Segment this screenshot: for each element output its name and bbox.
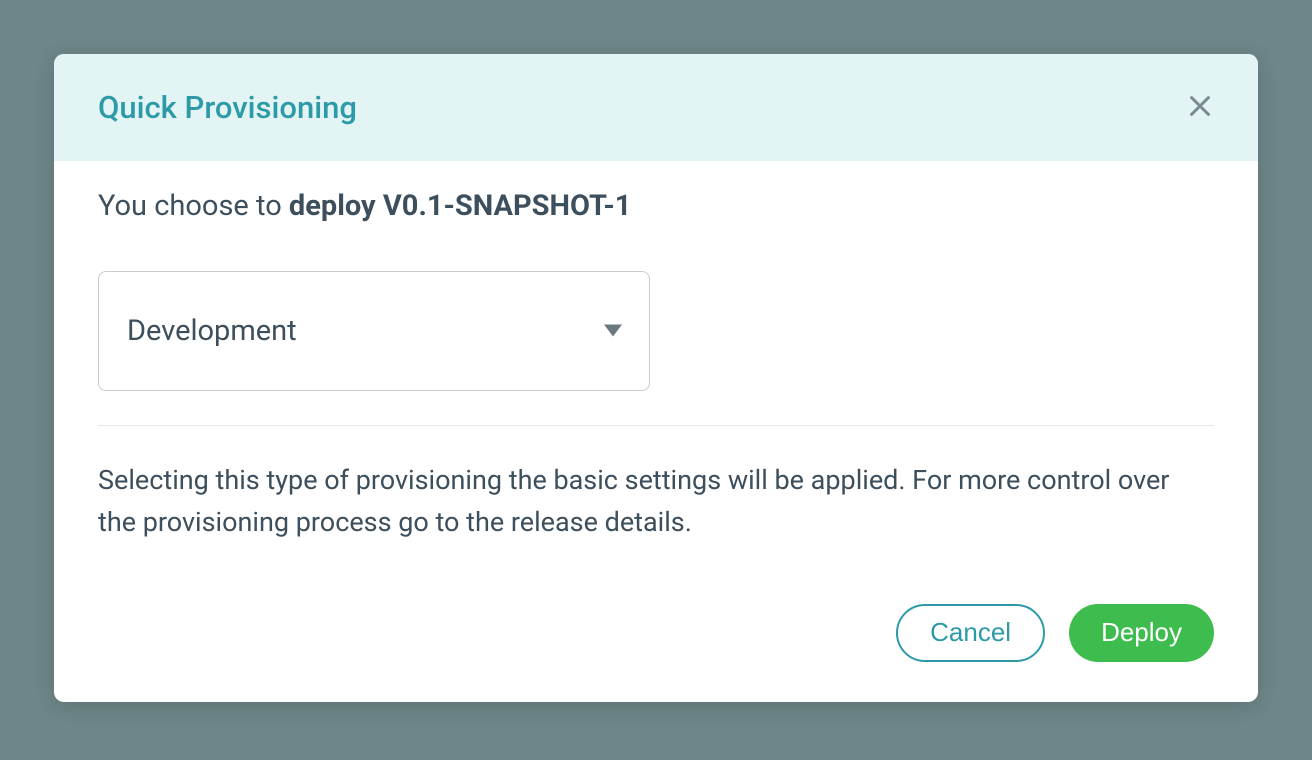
- modal-subtitle: You choose to deploy V0.1-SNAPSHOT-1: [98, 189, 1214, 223]
- cancel-button[interactable]: Cancel: [896, 604, 1045, 662]
- environment-select[interactable]: Development: [98, 271, 650, 391]
- modal-body: You choose to deploy V0.1-SNAPSHOT-1 Dev…: [54, 161, 1258, 702]
- quick-provisioning-modal: Quick Provisioning You choose to deploy …: [54, 54, 1258, 702]
- modal-header: Quick Provisioning: [54, 54, 1258, 161]
- subtitle-prefix: You choose to: [98, 189, 289, 223]
- divider: [98, 425, 1214, 426]
- subtitle-version: deploy V0.1-SNAPSHOT-1: [289, 189, 632, 223]
- deploy-button[interactable]: Deploy: [1069, 604, 1214, 662]
- close-icon: [1186, 92, 1214, 123]
- environment-select-wrap: Development: [98, 271, 650, 391]
- close-button[interactable]: [1182, 88, 1218, 127]
- modal-title: Quick Provisioning: [98, 89, 357, 126]
- environment-select-value: Development: [127, 314, 297, 348]
- modal-actions: Cancel Deploy: [98, 604, 1214, 662]
- provisioning-description: Selecting this type of provisioning the …: [98, 460, 1214, 544]
